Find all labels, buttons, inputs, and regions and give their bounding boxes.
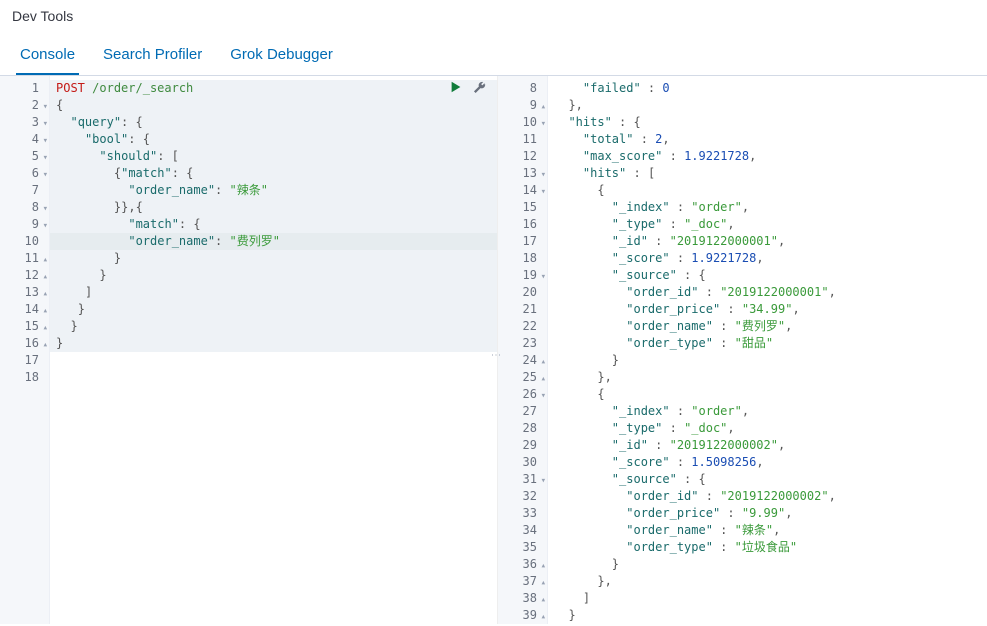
response-gutter: 8910111213141516171819202122232425262728…: [498, 76, 548, 624]
app-header: Dev Tools: [0, 0, 987, 28]
tab-grok-debugger[interactable]: Grok Debugger: [226, 38, 337, 75]
wrench-icon[interactable]: [473, 80, 487, 97]
tab-search-profiler[interactable]: Search Profiler: [99, 38, 206, 75]
app-title: Dev Tools: [12, 8, 73, 24]
tabs-bar: Console Search Profiler Grok Debugger: [0, 28, 987, 76]
request-actions: [449, 80, 487, 97]
request-gutter: 123456789101112131415161718: [0, 76, 50, 624]
response-viewer: "failed" : 0 }, "hits" : { "total" : 2, …: [548, 76, 987, 624]
request-pane: 123456789101112131415161718 POST /order/…: [0, 76, 498, 624]
run-icon[interactable]: [449, 80, 463, 97]
split-panes: 123456789101112131415161718 POST /order/…: [0, 76, 987, 624]
request-editor[interactable]: POST /order/_search{ "query": { "bool": …: [50, 76, 497, 624]
response-pane: 8910111213141516171819202122232425262728…: [498, 76, 987, 624]
tab-console[interactable]: Console: [16, 38, 79, 75]
